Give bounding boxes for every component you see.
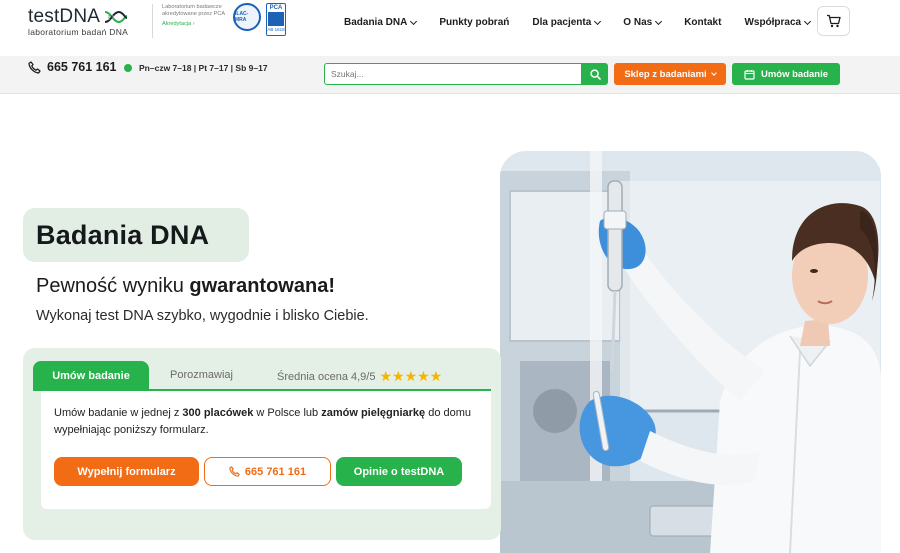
tab-porozmawiaj[interactable]: Porozmawiaj [170,369,233,381]
nav-item-kontakt[interactable]: Kontakt [684,17,721,28]
pca-emblem [268,12,284,26]
button-label: Wypełnij formularz [77,465,176,478]
contact-search-bar: 665 761 161 Pn–czw 7–18 | Pt 7–17 | Sb 9… [0,56,900,94]
nav-label: Dla pacjenta [532,17,592,28]
hero-title-box: Badania DNA [23,208,249,262]
lab-scientist-illustration [500,151,881,553]
desc-highlight: 300 placówek [182,407,254,419]
hero-lead: Wykonaj test DNA szybko, wygodnie i blis… [36,308,369,324]
opening-hours: Pn–czw 7–18 | Pt 7–17 | Sb 9–17 [124,63,268,73]
search-icon [589,68,601,80]
open-status-dot-icon [124,64,132,72]
logo-name: testDNA [28,6,101,27]
hero-lab-photo [500,151,881,553]
nav-item-o-nas[interactable]: O Nas [623,17,663,28]
chevron-down-icon [594,17,602,25]
rating-stars-icon: ★★★★★ [379,368,443,384]
cart-icon [827,14,841,28]
ilac-seal-icon: ILAC-MRA [233,3,261,31]
header-phone-number: 665 761 161 [47,60,117,74]
nav-item-dla-pacjenta[interactable]: Dla pacjenta [532,17,602,28]
main-nav: Badania DNA Punkty pobrań Dla pacjenta O… [344,17,833,28]
chevron-down-icon [710,69,717,76]
booking-tabs: Umów badanie Porozmawiaj Średnia ocena 4… [33,361,491,391]
accreditation-link[interactable]: Akredytacja › [162,21,234,27]
search-button[interactable] [582,63,608,85]
header-phone[interactable]: 665 761 161 [28,60,117,74]
nav-label: Kontakt [684,17,722,28]
nav-item-badania-dna[interactable]: Badania DNA [344,17,418,28]
rating-text: Średnia ocena 4,9/5 [277,370,376,383]
search-input[interactable] [324,63,582,85]
call-phone-button[interactable]: 665 761 161 [204,457,331,486]
book-test-button[interactable]: Umów badanie [732,63,840,85]
desc-highlight: zamów pielęgniarkę [321,407,426,419]
cart-button[interactable] [817,6,850,36]
page-title: Badania DNA [36,219,210,250]
tab-umow-badanie[interactable]: Umów badanie [33,361,149,391]
shop-dropdown-button[interactable]: Sklep z badaniami [614,63,726,85]
tab-label: Porozmawiaj [170,369,233,381]
average-rating: Średnia ocena 4,9/5 ★★★★★ [277,368,442,385]
tagline-text: Pewność wyniku [36,275,190,297]
calendar-icon [744,69,755,80]
pca-code: AB 1618 [267,27,285,32]
desc-text: Umów badanie w jednej z [54,407,183,419]
dna-icon [104,10,128,24]
top-navigation-bar: testDNA laboratorium badań DNA Laborator… [0,0,900,50]
tagline-highlight: gwarantowana! [189,275,335,297]
fill-form-button[interactable]: Wypełnij formularz [54,457,199,486]
phone-icon [28,60,41,74]
button-label: Opinie o testDNA [353,465,445,478]
button-label: 665 761 161 [244,465,307,478]
tab-label: Umów badanie [52,370,130,382]
nav-item-wspolpraca[interactable]: Współpraca [744,17,812,28]
accreditation-text: Laboratorium badawcze akredytowane przez… [162,4,226,17]
logo-wordmark: testDNA [28,6,128,28]
chevron-down-icon [410,17,418,25]
logo[interactable]: testDNA laboratorium badań DNA [28,6,128,37]
nav-label: Badania DNA [344,17,408,28]
book-label: Umów badanie [760,68,829,80]
seal-label: ILAC-MRA [235,11,249,23]
shop-label: Sklep z badaniami [624,68,707,80]
opening-hours-text: Pn–czw 7–18 | Pt 7–17 | Sb 9–17 [139,63,268,73]
desc-text: w Polsce lub [253,407,322,419]
nav-label: Punkty pobrań [439,17,510,28]
chevron-down-icon [655,17,663,25]
pca-badge-icon: PCA AB 1618 [266,3,286,36]
page: testDNA laboratorium badań DNA Laborator… [0,0,900,553]
opinions-button[interactable]: Opinie o testDNA [336,457,462,486]
nav-label: Współpraca [744,17,802,28]
pca-label: PCA [269,5,283,11]
accreditation-block: Laboratorium badawcze akredytowane przez… [152,4,234,38]
nav-item-punkty-pobran[interactable]: Punkty pobrań [439,17,509,28]
logo-subtitle: laboratorium badań DNA [28,27,129,37]
booking-description: Umów badanie w jednej z 300 placówek w P… [54,405,479,439]
hero-tagline: Pewność wyniku gwarantowana! [36,275,335,298]
chevron-down-icon [804,17,812,25]
nav-label: O Nas [623,17,653,28]
phone-icon [229,466,240,477]
